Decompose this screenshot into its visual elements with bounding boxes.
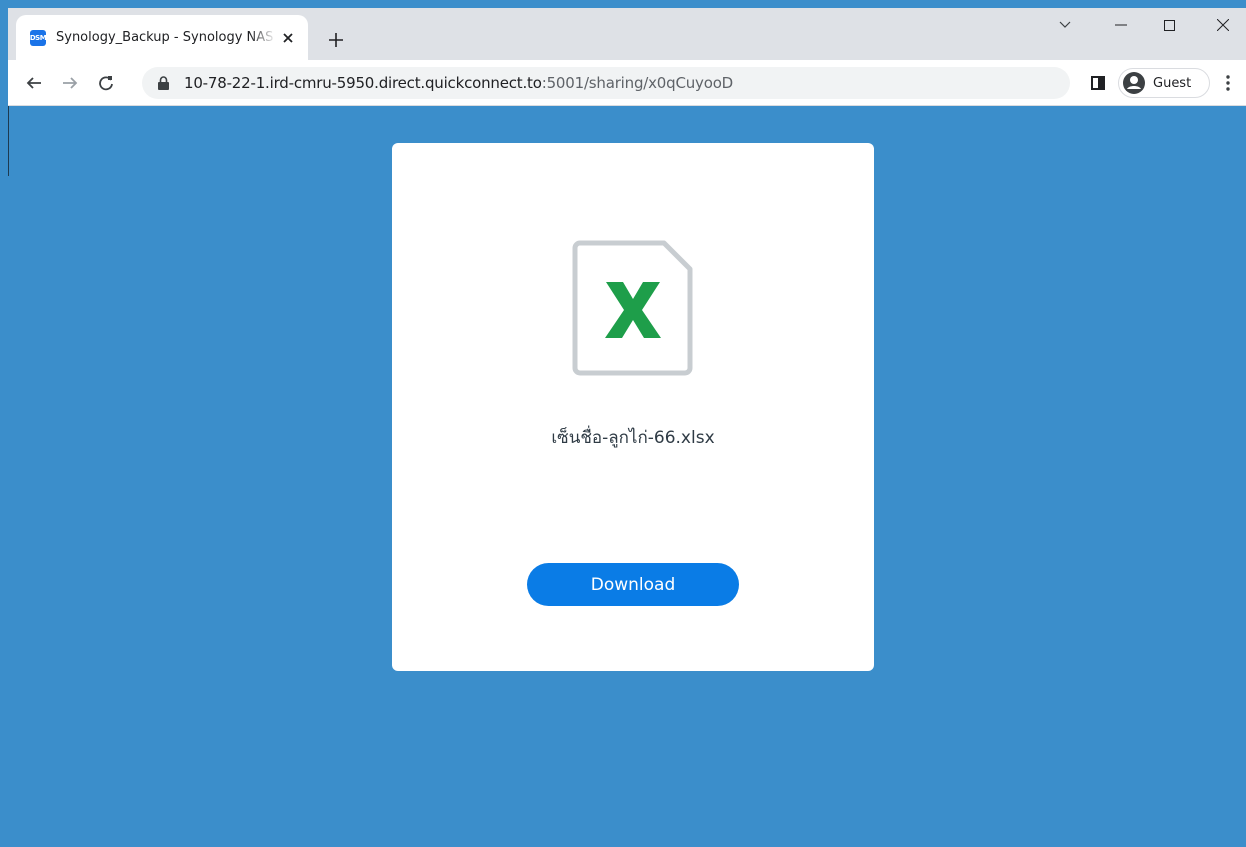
profile-label: Guest	[1153, 75, 1192, 91]
minimize-icon[interactable]	[1098, 8, 1144, 42]
close-window-icon[interactable]	[1200, 8, 1246, 42]
share-page: เซ็นชื่อ-ลูกไก่-66.xlsx Download	[8, 106, 1246, 847]
address-bar[interactable]: 10-78-22-1.ird-cmru-5950.direct.quickcon…	[142, 67, 1070, 99]
reload-icon[interactable]	[94, 71, 118, 95]
excel-file-icon	[572, 240, 694, 376]
forward-arrow-icon[interactable]	[58, 71, 82, 95]
tab-title: Synology_Backup - Synology NAS	[56, 30, 274, 45]
profile-button[interactable]: Guest	[1118, 68, 1210, 98]
url-path: :5001/sharing/x0qCuyooD	[541, 74, 734, 92]
file-share-card: เซ็นชื่อ-ลูกไก่-66.xlsx Download	[392, 143, 874, 671]
url-text: 10-78-22-1.ird-cmru-5950.direct.quickcon…	[184, 74, 733, 92]
url-host: 10-78-22-1.ird-cmru-5950.direct.quickcon…	[184, 74, 542, 92]
back-arrow-icon[interactable]	[22, 71, 46, 95]
browser-window: DSM Synology_Backup - Synology NAS 10-78…	[8, 8, 1246, 847]
browser-toolbar: 10-78-22-1.ird-cmru-5950.direct.quickcon…	[8, 60, 1246, 106]
download-button[interactable]: Download	[527, 563, 739, 606]
browser-tab[interactable]: DSM Synology_Backup - Synology NAS	[16, 15, 308, 60]
dsm-favicon-icon: DSM	[30, 29, 47, 46]
tab-strip: DSM Synology_Backup - Synology NAS	[8, 8, 1246, 60]
maximize-icon[interactable]	[1146, 8, 1192, 42]
page-edge-divider	[8, 106, 9, 176]
tab-search-chevron-icon[interactable]	[1042, 8, 1088, 42]
new-tab-icon[interactable]	[324, 28, 348, 52]
side-panel-icon[interactable]	[1086, 71, 1110, 95]
file-name: เซ็นชื่อ-ลูกไก่-66.xlsx	[551, 428, 715, 448]
guest-avatar-icon	[1123, 72, 1145, 94]
more-menu-icon[interactable]	[1216, 71, 1240, 95]
close-tab-icon[interactable]	[278, 28, 298, 48]
lock-icon[interactable]	[156, 76, 170, 90]
